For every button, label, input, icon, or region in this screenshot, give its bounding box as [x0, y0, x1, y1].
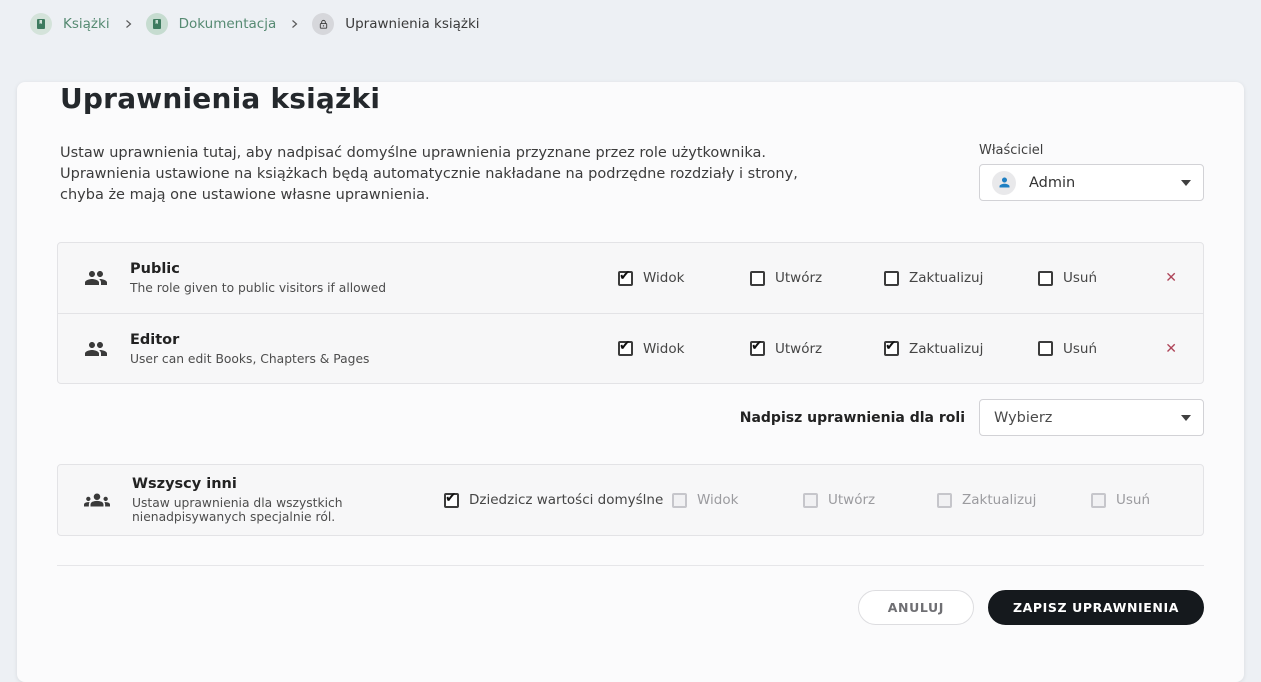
role-name: Editor	[130, 332, 618, 348]
role-description: The role given to public visitors if all…	[130, 281, 618, 295]
checkbox[interactable]	[750, 271, 765, 286]
checkbox[interactable]	[884, 271, 899, 286]
footer-divider	[57, 565, 1204, 566]
override-role-label: Nadpisz uprawnienia dla roli	[740, 410, 965, 426]
checkbox[interactable]	[444, 493, 459, 508]
permission-update[interactable]: Zaktualizuj	[884, 341, 1038, 357]
breadcrumb-label: Książki	[63, 16, 110, 32]
description-line-1: Ustaw uprawnienia tutaj, aby nadpisać do…	[60, 143, 820, 164]
save-permissions-button[interactable]: ZAPISZ UPRAWNIENIA	[988, 590, 1204, 625]
chevron-down-icon	[1181, 180, 1191, 186]
permission-view-disabled: Widok	[672, 492, 803, 508]
permission-delete-disabled: Usuń	[1091, 492, 1153, 508]
permission-delete[interactable]: Usuń	[1038, 270, 1137, 286]
breadcrumb-item-current: Uprawnienia książki	[312, 13, 479, 35]
breadcrumb-label: Uprawnienia książki	[345, 16, 479, 32]
role-description: User can edit Books, Chapters & Pages	[130, 352, 618, 366]
checkbox	[803, 493, 818, 508]
everyone-else-box: Wszyscy inni Ustaw uprawnienia dla wszys…	[57, 464, 1204, 536]
override-role-select[interactable]: Wybierz	[979, 399, 1204, 436]
permission-create[interactable]: Utwórz	[750, 341, 884, 357]
remove-role-icon[interactable]: ✕	[1137, 270, 1177, 286]
book-icon	[30, 13, 52, 35]
permission-view[interactable]: Widok	[618, 341, 750, 357]
chevron-down-icon	[1181, 415, 1191, 421]
groups-icon	[84, 487, 110, 513]
lock-icon	[312, 13, 334, 35]
permission-create[interactable]: Utwórz	[750, 270, 884, 286]
breadcrumb-item-dokumentacja[interactable]: Dokumentacja	[146, 13, 277, 35]
breadcrumb-item-books[interactable]: Książki	[30, 13, 110, 35]
page-title: Uprawnienia książki	[60, 82, 1201, 115]
checkbox	[1091, 493, 1106, 508]
role-row-editor: Editor User can edit Books, Chapters & P…	[58, 313, 1203, 383]
permission-view[interactable]: Widok	[618, 270, 750, 286]
description-line-2: Uprawnienia ustawione na książkach będą …	[60, 164, 820, 206]
owner-select[interactable]: Admin	[979, 164, 1204, 201]
permission-update-disabled: Zaktualizuj	[937, 492, 1091, 508]
cancel-button[interactable]: ANULUJ	[858, 590, 974, 625]
page-description: Ustaw uprawnienia tutaj, aby nadpisać do…	[60, 143, 820, 206]
role-row-public: Public The role given to public visitors…	[58, 243, 1203, 313]
role-description: Ustaw uprawnienia dla wszystkich nienadp…	[132, 496, 444, 524]
everyone-else-row: Wszyscy inni Ustaw uprawnienia dla wszys…	[58, 465, 1203, 535]
avatar	[992, 171, 1016, 195]
checkbox[interactable]	[750, 341, 765, 356]
breadcrumb-label: Dokumentacja	[179, 16, 277, 32]
permission-update[interactable]: Zaktualizuj	[884, 270, 1038, 286]
owner-label: Właściciel	[979, 143, 1204, 158]
group-icon	[84, 337, 108, 361]
permission-create-disabled: Utwórz	[803, 492, 937, 508]
checkbox[interactable]	[618, 341, 633, 356]
checkbox[interactable]	[1038, 341, 1053, 356]
breadcrumb: Książki Dokumentacja Uprawnienia książki	[0, 0, 1261, 48]
remove-role-icon[interactable]: ✕	[1137, 341, 1177, 357]
checkbox	[672, 493, 687, 508]
override-role-value: Wybierz	[994, 410, 1181, 426]
role-name: Public	[130, 261, 618, 277]
chevron-right-icon	[288, 18, 300, 30]
owner-value: Admin	[1029, 175, 1181, 191]
group-icon	[84, 266, 108, 290]
checkbox[interactable]	[884, 341, 899, 356]
permissions-card: Uprawnienia książki Ustaw uprawnienia tu…	[17, 82, 1244, 682]
permission-delete[interactable]: Usuń	[1038, 341, 1137, 357]
checkbox	[937, 493, 952, 508]
role-name: Wszyscy inni	[132, 476, 444, 492]
inherit-defaults-checkbox[interactable]: Dziedzicz wartości domyślne	[444, 492, 672, 508]
checkbox[interactable]	[1038, 271, 1053, 286]
checkbox[interactable]	[618, 271, 633, 286]
chevron-right-icon	[122, 18, 134, 30]
book-icon	[146, 13, 168, 35]
role-permissions-list: Public The role given to public visitors…	[57, 242, 1204, 384]
